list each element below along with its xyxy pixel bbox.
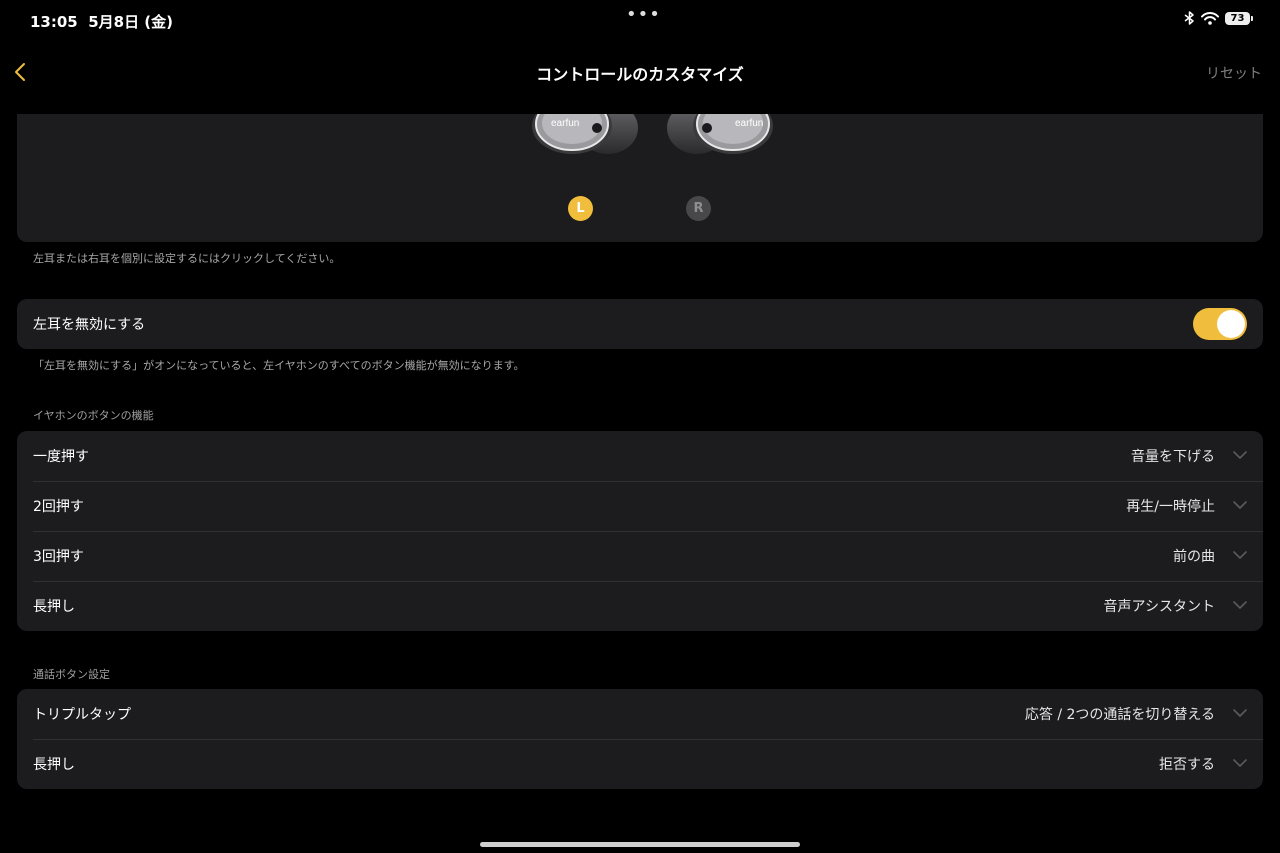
double-press-row[interactable]: 2回押す 再生/一時停止	[17, 481, 1263, 531]
toggle-knob	[1217, 310, 1245, 338]
row-value: 音量を下げる	[1131, 449, 1215, 465]
left-ear-selector[interactable]: L	[568, 196, 593, 221]
row-value: 前の曲	[1173, 549, 1215, 565]
row-value: 応答 / 2つの通話を切り替える	[1024, 707, 1215, 723]
chevron-down-icon	[1233, 759, 1247, 767]
single-press-row[interactable]: 一度押す 音量を下げる	[17, 431, 1263, 481]
row-value: 再生/一時停止	[1126, 499, 1215, 515]
disable-left-label: 左耳を無効にする	[33, 317, 146, 333]
row-label: 長押し	[33, 757, 75, 773]
chevron-down-icon	[1233, 601, 1247, 609]
disable-left-row: 左耳を無効にする	[17, 299, 1263, 349]
right-earbud-image[interactable]: earfun	[657, 114, 777, 158]
battery-icon: 73	[1225, 11, 1253, 25]
ear-select-hint: 左耳または右耳を個別に設定するにはクリックしてください。	[33, 252, 341, 265]
long-press-row[interactable]: 長押し 音声アシスタント	[17, 581, 1263, 631]
row-label: 2回押す	[33, 499, 84, 515]
disable-left-card: 左耳を無効にする	[17, 299, 1263, 349]
button-functions-header: イヤホンのボタンの機能	[33, 409, 154, 422]
brand-logo: earfun	[735, 118, 763, 129]
page: 13:05 5月8日 (金) ••• 73 コントロールのカスタマイズ リセット	[0, 0, 1280, 853]
row-label: 3回押す	[33, 549, 84, 565]
left-earbud-image[interactable]: earfun	[525, 114, 645, 158]
row-label: トリプルタップ	[33, 707, 131, 723]
chevron-down-icon	[1233, 501, 1247, 509]
wifi-icon	[1201, 11, 1219, 25]
call-long-press-row[interactable]: 長押し 拒否する	[17, 739, 1263, 789]
status-bar: 13:05 5月8日 (金) ••• 73	[0, 0, 1280, 40]
status-icons: 73	[1184, 11, 1253, 25]
date: 5月8日 (金)	[88, 13, 174, 31]
navigation-bar: コントロールのカスタマイズ リセット	[0, 40, 1280, 106]
chevron-down-icon	[1233, 709, 1247, 717]
row-value: 音声アシスタント	[1103, 599, 1215, 615]
reset-button[interactable]: リセット	[1206, 63, 1262, 83]
triple-press-row[interactable]: 3回押す 前の曲	[17, 531, 1263, 581]
bluetooth-icon	[1184, 11, 1194, 25]
call-settings-card: トリプルタップ 応答 / 2つの通話を切り替える 長押し 拒否する	[17, 689, 1263, 789]
disable-left-toggle[interactable]	[1193, 308, 1247, 340]
chevron-down-icon	[1233, 551, 1247, 559]
disable-left-hint: 「左耳を無効にする」がオンになっていると、左イヤホンのすべてのボタン機能が無効に…	[33, 359, 525, 372]
right-ear-selector[interactable]: R	[686, 196, 711, 221]
button-functions-card: 一度押す 音量を下げる 2回押す 再生/一時停止 3回押す 前の曲 長押し 音声…	[17, 431, 1263, 631]
row-label: 一度押す	[33, 449, 89, 465]
status-time: 13:05 5月8日 (金)	[30, 11, 173, 32]
row-label: 長押し	[33, 599, 75, 615]
call-settings-header: 通話ボタン設定	[33, 668, 110, 681]
chevron-down-icon	[1233, 451, 1247, 459]
clock: 13:05	[30, 13, 78, 31]
row-value: 拒否する	[1159, 757, 1215, 773]
earbud-selector-card: earfun earfun L R	[17, 114, 1263, 242]
call-triple-tap-row[interactable]: トリプルタップ 応答 / 2つの通話を切り替える	[17, 689, 1263, 739]
page-title: コントロールのカスタマイズ	[536, 65, 744, 84]
brand-logo: earfun	[551, 118, 579, 129]
home-indicator[interactable]	[480, 842, 800, 847]
multitask-dots[interactable]: •••	[626, 4, 661, 25]
